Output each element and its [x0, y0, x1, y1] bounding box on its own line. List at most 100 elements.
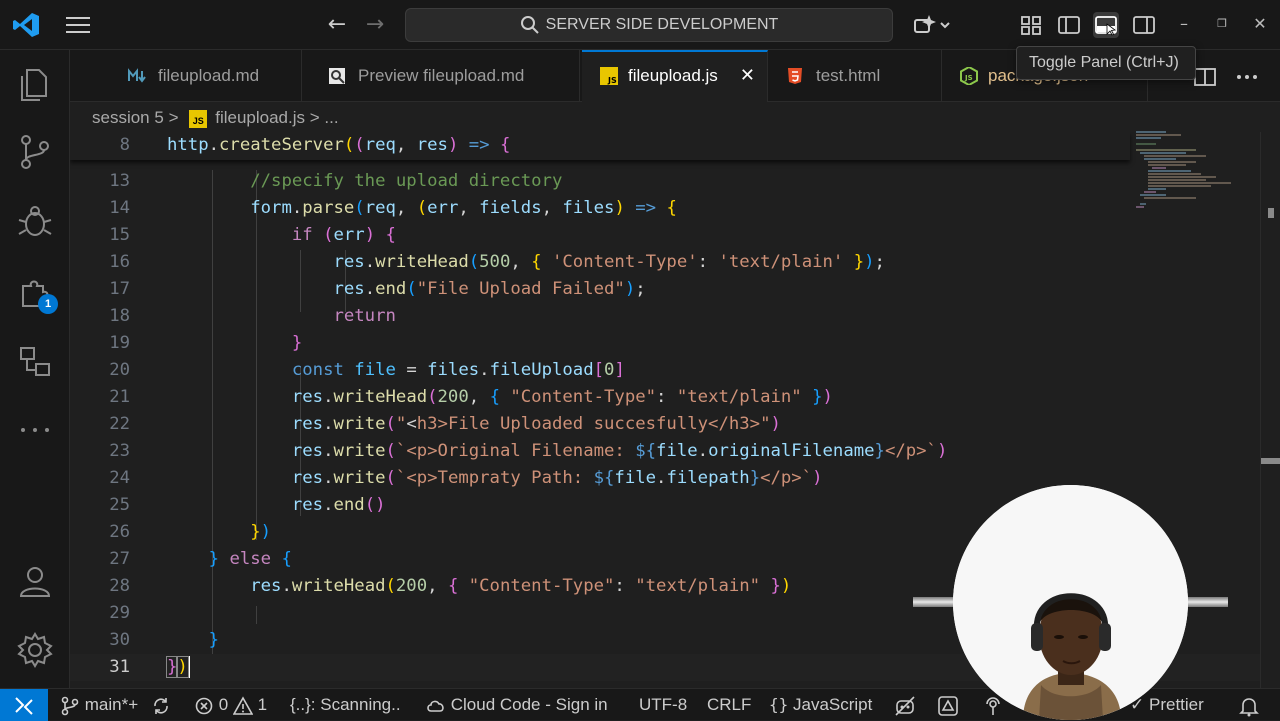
run-debug-icon[interactable]	[15, 202, 55, 242]
breadcrumb-separator: >	[168, 108, 179, 127]
notifications-icon[interactable]	[1238, 689, 1260, 721]
code-line: 8 http.createServer((req, res) => {	[70, 132, 1260, 159]
code-text: })	[250, 522, 272, 542]
accounts-icon[interactable]	[15, 562, 55, 602]
tab-actions	[1192, 64, 1260, 95]
language-status[interactable]: {} JavaScript	[769, 689, 872, 721]
manage-gear-icon[interactable]	[15, 630, 55, 670]
line-number: 22	[109, 414, 130, 434]
line-number: 25	[109, 495, 130, 515]
toggle-secondary-sidebar-icon[interactable]	[1131, 12, 1157, 38]
explorer-icon[interactable]	[15, 64, 55, 104]
code-text: if (err) {	[291, 225, 396, 245]
close-window-icon[interactable]: ✕	[1248, 12, 1272, 36]
node-file-icon: JS	[960, 67, 978, 85]
eol-status[interactable]: CRLF	[707, 689, 751, 721]
tab-test-html[interactable]: test.html	[768, 50, 942, 102]
extensions-badge: 1	[38, 294, 58, 314]
extension-status-icon[interactable]	[937, 689, 959, 721]
code-text: }	[291, 333, 303, 353]
code-text: return	[333, 306, 396, 326]
code-line: 20 const file = files.fileUpload[0]	[70, 357, 1260, 384]
encoding-status[interactable]: UTF-8	[639, 689, 687, 721]
copilot-status-icon[interactable]	[894, 689, 916, 721]
code-line: 21 res.writeHead(200, { "Content-Type": …	[70, 384, 1260, 411]
sync-icon[interactable]	[151, 689, 171, 721]
back-arrow-icon[interactable]: ←	[324, 12, 350, 38]
tab-fileupload-js[interactable]: JS fileupload.js ✕	[582, 50, 768, 102]
breadcrumb-file[interactable]: fileupload.js	[215, 108, 305, 127]
code-line: 18 return	[70, 303, 1260, 330]
code-text: //specify the upload directory	[250, 171, 563, 191]
code-line: 16 res.writeHead(500, { 'Content-Type': …	[70, 249, 1260, 276]
cloud-code-label: Cloud Code - Sign in	[450, 695, 608, 714]
text-cursor	[187, 656, 190, 678]
svg-text:JS: JS	[607, 76, 617, 85]
scanning-status[interactable]: {..}: Scanning..	[290, 689, 401, 721]
breadcrumb-symbol[interactable]: > ...	[310, 108, 339, 127]
line-number: 26	[109, 522, 130, 542]
close-tab-icon[interactable]: ✕	[740, 52, 755, 100]
source-control-icon[interactable]	[15, 132, 55, 172]
line-number: 28	[109, 576, 130, 596]
tab-preview-fileupload-md[interactable]: Preview fileupload.md	[302, 50, 580, 102]
branch-status[interactable]: main*+	[60, 689, 138, 721]
tab-label: Preview fileupload.md	[358, 66, 525, 85]
code-text: res.write("<h3>File Uploaded succesfully…	[291, 414, 781, 434]
problems-status[interactable]: 0 1	[194, 689, 267, 721]
code-text: const file = files.fileUpload[0]	[291, 360, 625, 380]
line-number: 31	[109, 657, 130, 677]
line-number: 27	[109, 549, 130, 569]
error-count: 0	[218, 695, 229, 714]
git-branch-icon	[61, 696, 79, 715]
title-bar: ← → SERVER SIDE DEVELOPMENT – ❐ ✕	[0, 0, 1280, 50]
line-number: 14	[109, 198, 130, 218]
code-line: 14 form.parse(req, (err, fields, files) …	[70, 195, 1260, 222]
cloud-icon	[427, 700, 444, 712]
toggle-panel-icon[interactable]	[1093, 12, 1119, 38]
webcam-overlay	[953, 485, 1188, 720]
forward-arrow-icon[interactable]: →	[362, 12, 388, 38]
line-number: 18	[109, 306, 130, 326]
overlay-bar	[1186, 597, 1228, 607]
remote-explorer-icon[interactable]	[15, 342, 55, 382]
menu-icon[interactable]	[64, 14, 92, 36]
breadcrumb: session 5 > JS fileupload.js > ...	[92, 105, 339, 131]
breadcrumb-folder[interactable]: session 5	[92, 108, 164, 127]
sticky-scroll-line[interactable]: 8 http.createServer((req, res) => {	[70, 132, 1130, 160]
preview-icon	[329, 68, 345, 84]
code-text: form.parse(req, (err, fields, files) => …	[250, 198, 677, 218]
code-text: res.writeHead(500, { 'Content-Type': 'te…	[333, 252, 885, 272]
vscode-logo-icon[interactable]	[12, 12, 40, 38]
restore-icon[interactable]: ❐	[1210, 12, 1234, 36]
tab-fileupload-md[interactable]: fileupload.md	[70, 50, 302, 102]
more-actions-icon[interactable]	[1234, 64, 1260, 90]
tab-label: test.html	[816, 66, 881, 85]
vertical-scrollbar[interactable]	[1260, 132, 1280, 688]
minimize-icon[interactable]: –	[1172, 12, 1196, 36]
code-text: res.write(`<p>Tempraty Path: ${file.file…	[291, 468, 823, 488]
tab-label: fileupload.md	[158, 66, 260, 85]
code-text: res.end("File Upload Failed");	[333, 279, 646, 299]
activity-bar: 1	[0, 50, 70, 688]
line-number: 23	[109, 441, 130, 461]
copilot-sparkle-icon[interactable]	[912, 12, 952, 38]
code-text: res.end()	[291, 495, 386, 515]
code-text: res.write(`<p>Original Filename: ${file.…	[291, 441, 948, 461]
customize-layout-icon[interactable]	[1018, 12, 1044, 38]
braces-icon: {}	[769, 695, 789, 714]
prettier-label: Prettier	[1148, 695, 1204, 714]
code-line: 23 res.write(`<p>Original Filename: ${fi…	[70, 438, 1260, 465]
warning-icon	[232, 695, 254, 715]
search-text: SERVER SIDE DEVELOPMENT	[545, 16, 779, 33]
scrollbar-thumb[interactable]	[1261, 458, 1280, 464]
more-views-icon[interactable]	[15, 410, 55, 450]
warning-count: 1	[257, 695, 268, 714]
command-center-search[interactable]: SERVER SIDE DEVELOPMENT	[405, 8, 893, 42]
toggle-primary-sidebar-icon[interactable]	[1056, 12, 1082, 38]
code-text: }	[208, 630, 220, 650]
cloud-code-status[interactable]: Cloud Code - Sign in	[426, 689, 608, 721]
remote-indicator[interactable]	[0, 689, 48, 721]
code-line: 15 if (err) {	[70, 222, 1260, 249]
line-number: 16	[109, 252, 130, 272]
